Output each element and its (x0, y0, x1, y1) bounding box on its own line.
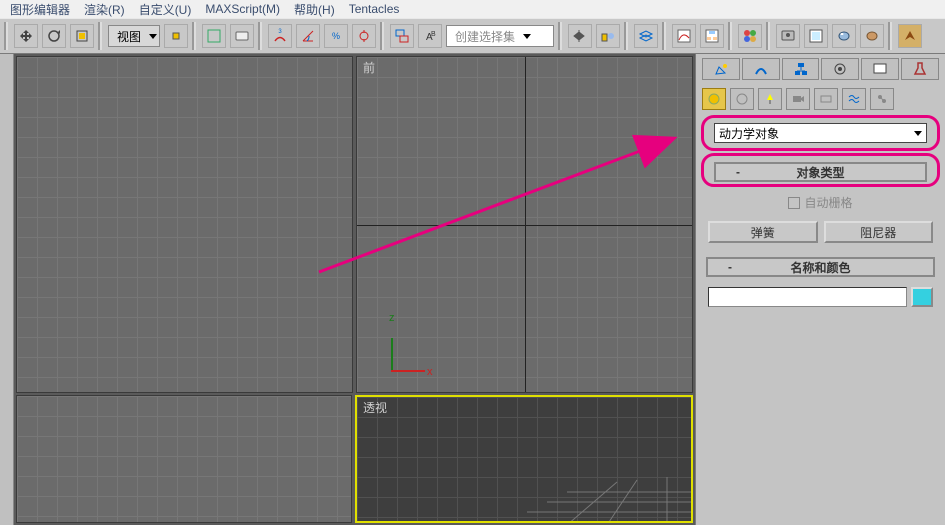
tab-modify[interactable] (742, 58, 780, 80)
spring-button[interactable]: 弹簧 (708, 221, 818, 243)
snap-3d[interactable]: 3 (268, 24, 292, 48)
snap-angle[interactable] (296, 24, 320, 48)
autogrid-label: 自动栅格 (804, 194, 852, 211)
menu-help[interactable]: 帮助(H) (294, 1, 335, 18)
object-name-input[interactable] (708, 287, 907, 307)
viewport-area: 前 z x 透视 (14, 54, 695, 525)
rollout-name-color[interactable]: - 名称和颜色 (706, 257, 935, 277)
menu-shapeedit[interactable]: 图形编辑器 (10, 1, 70, 18)
layers-button[interactable] (634, 24, 658, 48)
material-editor[interactable] (738, 24, 762, 48)
cat-spacewarps[interactable] (842, 88, 866, 110)
create-categories (700, 86, 941, 112)
reactor-button[interactable] (898, 24, 922, 48)
cat-systems[interactable] (870, 88, 894, 110)
damper-button[interactable]: 阻尼器 (824, 221, 934, 243)
view-label: 视图 (111, 28, 147, 45)
move-tool[interactable] (14, 24, 38, 48)
cat-geometry[interactable] (702, 88, 726, 110)
viewport-front-label: 前 (363, 59, 375, 76)
rollout-name-label: 名称和颜色 (790, 259, 850, 276)
geometry-subtype-dropdown[interactable]: 动力学对象 (714, 123, 927, 143)
snap-percent[interactable]: % (324, 24, 348, 48)
highlight-objtype: - 对象类型 (704, 156, 937, 184)
menu-tentacles[interactable]: Tentacles (349, 2, 400, 16)
mirror-button[interactable] (568, 24, 592, 48)
rotate-tool[interactable] (42, 24, 66, 48)
menu-maxscript[interactable]: MAXScript(M) (205, 2, 280, 16)
tab-motion[interactable] (821, 58, 859, 80)
tab-create[interactable] (702, 58, 740, 80)
render-setup[interactable] (776, 24, 800, 48)
viewport-front[interactable]: 前 z x (356, 56, 693, 393)
axis-gizmo: z x (391, 326, 437, 372)
tab-utilities[interactable] (901, 58, 939, 80)
cat-lights[interactable] (758, 88, 782, 110)
minus-icon: - (736, 165, 740, 179)
align-button[interactable] (596, 24, 620, 48)
snap-spinner[interactable] (352, 24, 376, 48)
rollout-objtype-label: 对象类型 (796, 164, 844, 181)
tab-hierarchy[interactable] (782, 58, 820, 80)
chevron-down-icon (914, 131, 922, 136)
select-manip[interactable] (202, 24, 226, 48)
cat-helpers[interactable] (814, 88, 838, 110)
edit-named-sel[interactable] (390, 24, 414, 48)
selection-set-dropdown[interactable]: 创建选择集 (446, 25, 554, 47)
minus-icon: - (728, 260, 732, 274)
main-toolbar: 视图 3 % AB 创建选择集 (0, 18, 945, 54)
keyboard-shortcut[interactable] (230, 24, 254, 48)
viewport-perspective[interactable]: 透视 (355, 395, 693, 523)
tab-display[interactable] (861, 58, 899, 80)
schematic-view[interactable] (700, 24, 724, 48)
command-panel: 动力学对象 - 对象类型 自动栅格 弹簧 阻尼器 - 名称和颜色 (695, 54, 945, 525)
svg-text:%: % (332, 31, 340, 41)
highlight-dropdown: 动力学对象 (704, 118, 937, 148)
command-panel-tabs (700, 56, 941, 82)
autogrid-row: 自动栅格 (700, 194, 941, 211)
menu-render[interactable]: 渲染(R) (84, 1, 125, 18)
quick-render[interactable] (860, 24, 884, 48)
autogrid-checkbox[interactable] (788, 197, 800, 209)
menubar: 图形编辑器 渲染(R) 自定义(U) MAXScript(M) 帮助(H) Te… (0, 0, 945, 18)
persp-grid (357, 397, 691, 521)
object-color-swatch[interactable] (911, 287, 933, 307)
render-frame[interactable] (804, 24, 828, 48)
viewport-bottomleft[interactable] (16, 395, 352, 523)
curve-editor[interactable] (672, 24, 696, 48)
cat-shapes[interactable] (730, 88, 754, 110)
menu-customize[interactable]: 自定义(U) (139, 1, 192, 18)
dropdown-value: 动力学对象 (719, 125, 779, 142)
viewport-topleft[interactable] (16, 56, 353, 393)
chevron-down-icon (149, 34, 157, 39)
reference-coord-dropdown[interactable]: 视图 (108, 25, 160, 47)
scale-tool[interactable] (70, 24, 94, 48)
cat-cameras[interactable] (786, 88, 810, 110)
svg-text:3: 3 (278, 29, 282, 35)
rollout-object-type[interactable]: - 对象类型 (714, 162, 927, 182)
selset-placeholder: 创建选择集 (449, 28, 521, 45)
svg-text:B: B (431, 31, 436, 38)
pivot-center-button[interactable] (164, 24, 188, 48)
chevron-down-icon (523, 34, 531, 39)
render-prod[interactable] (832, 24, 856, 48)
left-dockbar (0, 54, 14, 525)
named-sel-letter[interactable]: AB (418, 24, 442, 48)
